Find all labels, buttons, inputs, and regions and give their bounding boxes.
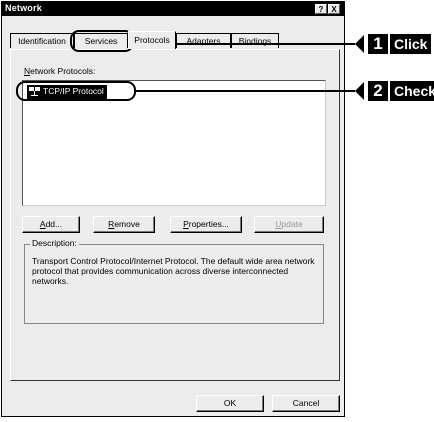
- help-button[interactable]: ?: [315, 4, 327, 14]
- tab-bindings[interactable]: Bindings: [231, 33, 279, 48]
- tcpip-item-callout: [16, 81, 136, 101]
- remove-button[interactable]: Remove: [93, 216, 155, 233]
- close-button[interactable]: X: [328, 4, 340, 14]
- title-bar[interactable]: Network ? X: [2, 2, 344, 16]
- window-title: Network: [5, 3, 42, 13]
- step-2-label: Check: [390, 81, 434, 101]
- step-1-label: Click: [390, 34, 432, 54]
- network-protocols-label: Network Protocols:: [24, 66, 95, 76]
- properties-button[interactable]: Properties...: [170, 216, 242, 233]
- tab-bar: Identification Services Protocols Adapte…: [10, 31, 340, 49]
- network-dialog: Network ? X Identification Services Prot…: [1, 1, 345, 417]
- step-2-number: 2: [368, 81, 388, 101]
- services-tab-callout: [70, 30, 134, 52]
- cancel-button[interactable]: Cancel: [272, 395, 340, 412]
- tab-adapters[interactable]: Adapters: [176, 33, 231, 48]
- network-protocols-label-text: Network Protocols:: [24, 66, 96, 76]
- tab-protocols[interactable]: Protocols: [128, 31, 176, 49]
- step-1-number: 1: [368, 34, 388, 54]
- tab-identification[interactable]: Identification: [10, 33, 74, 48]
- add-button[interactable]: Add...: [22, 216, 80, 233]
- description-label: Description:: [30, 238, 79, 248]
- description-text: Transport Control Protocol/Internet Prot…: [32, 256, 315, 286]
- update-button: Update: [254, 216, 324, 233]
- ok-button[interactable]: OK: [196, 395, 264, 412]
